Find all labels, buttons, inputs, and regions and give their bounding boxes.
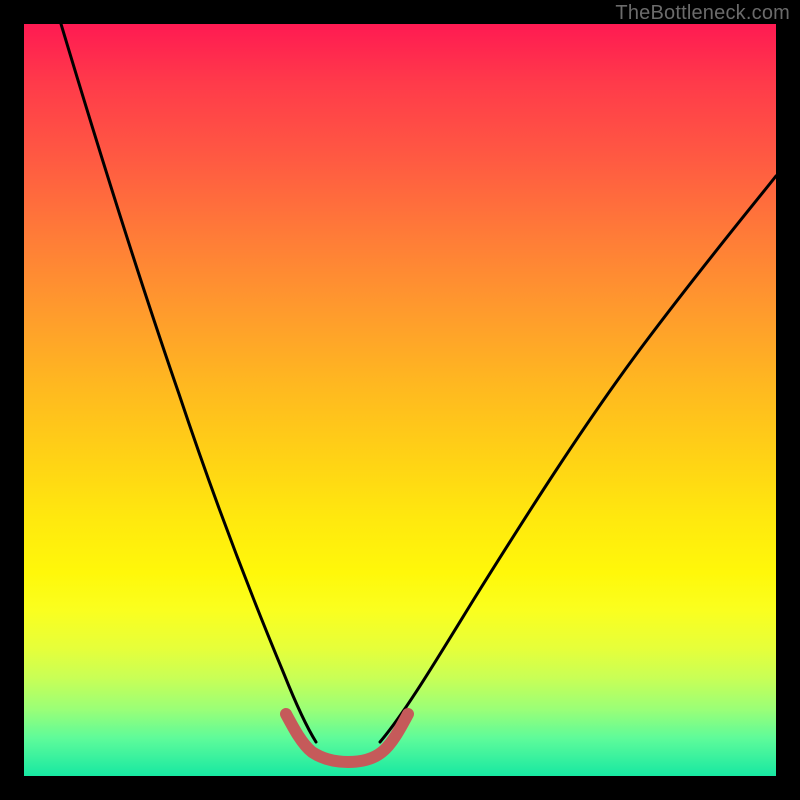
watermark-text: TheBottleneck.com [615, 2, 790, 25]
left-curve [61, 24, 316, 742]
plot-area [24, 24, 776, 776]
curve-layer [24, 24, 776, 776]
chart-frame: TheBottleneck.com [0, 0, 800, 800]
right-curve [380, 176, 776, 742]
